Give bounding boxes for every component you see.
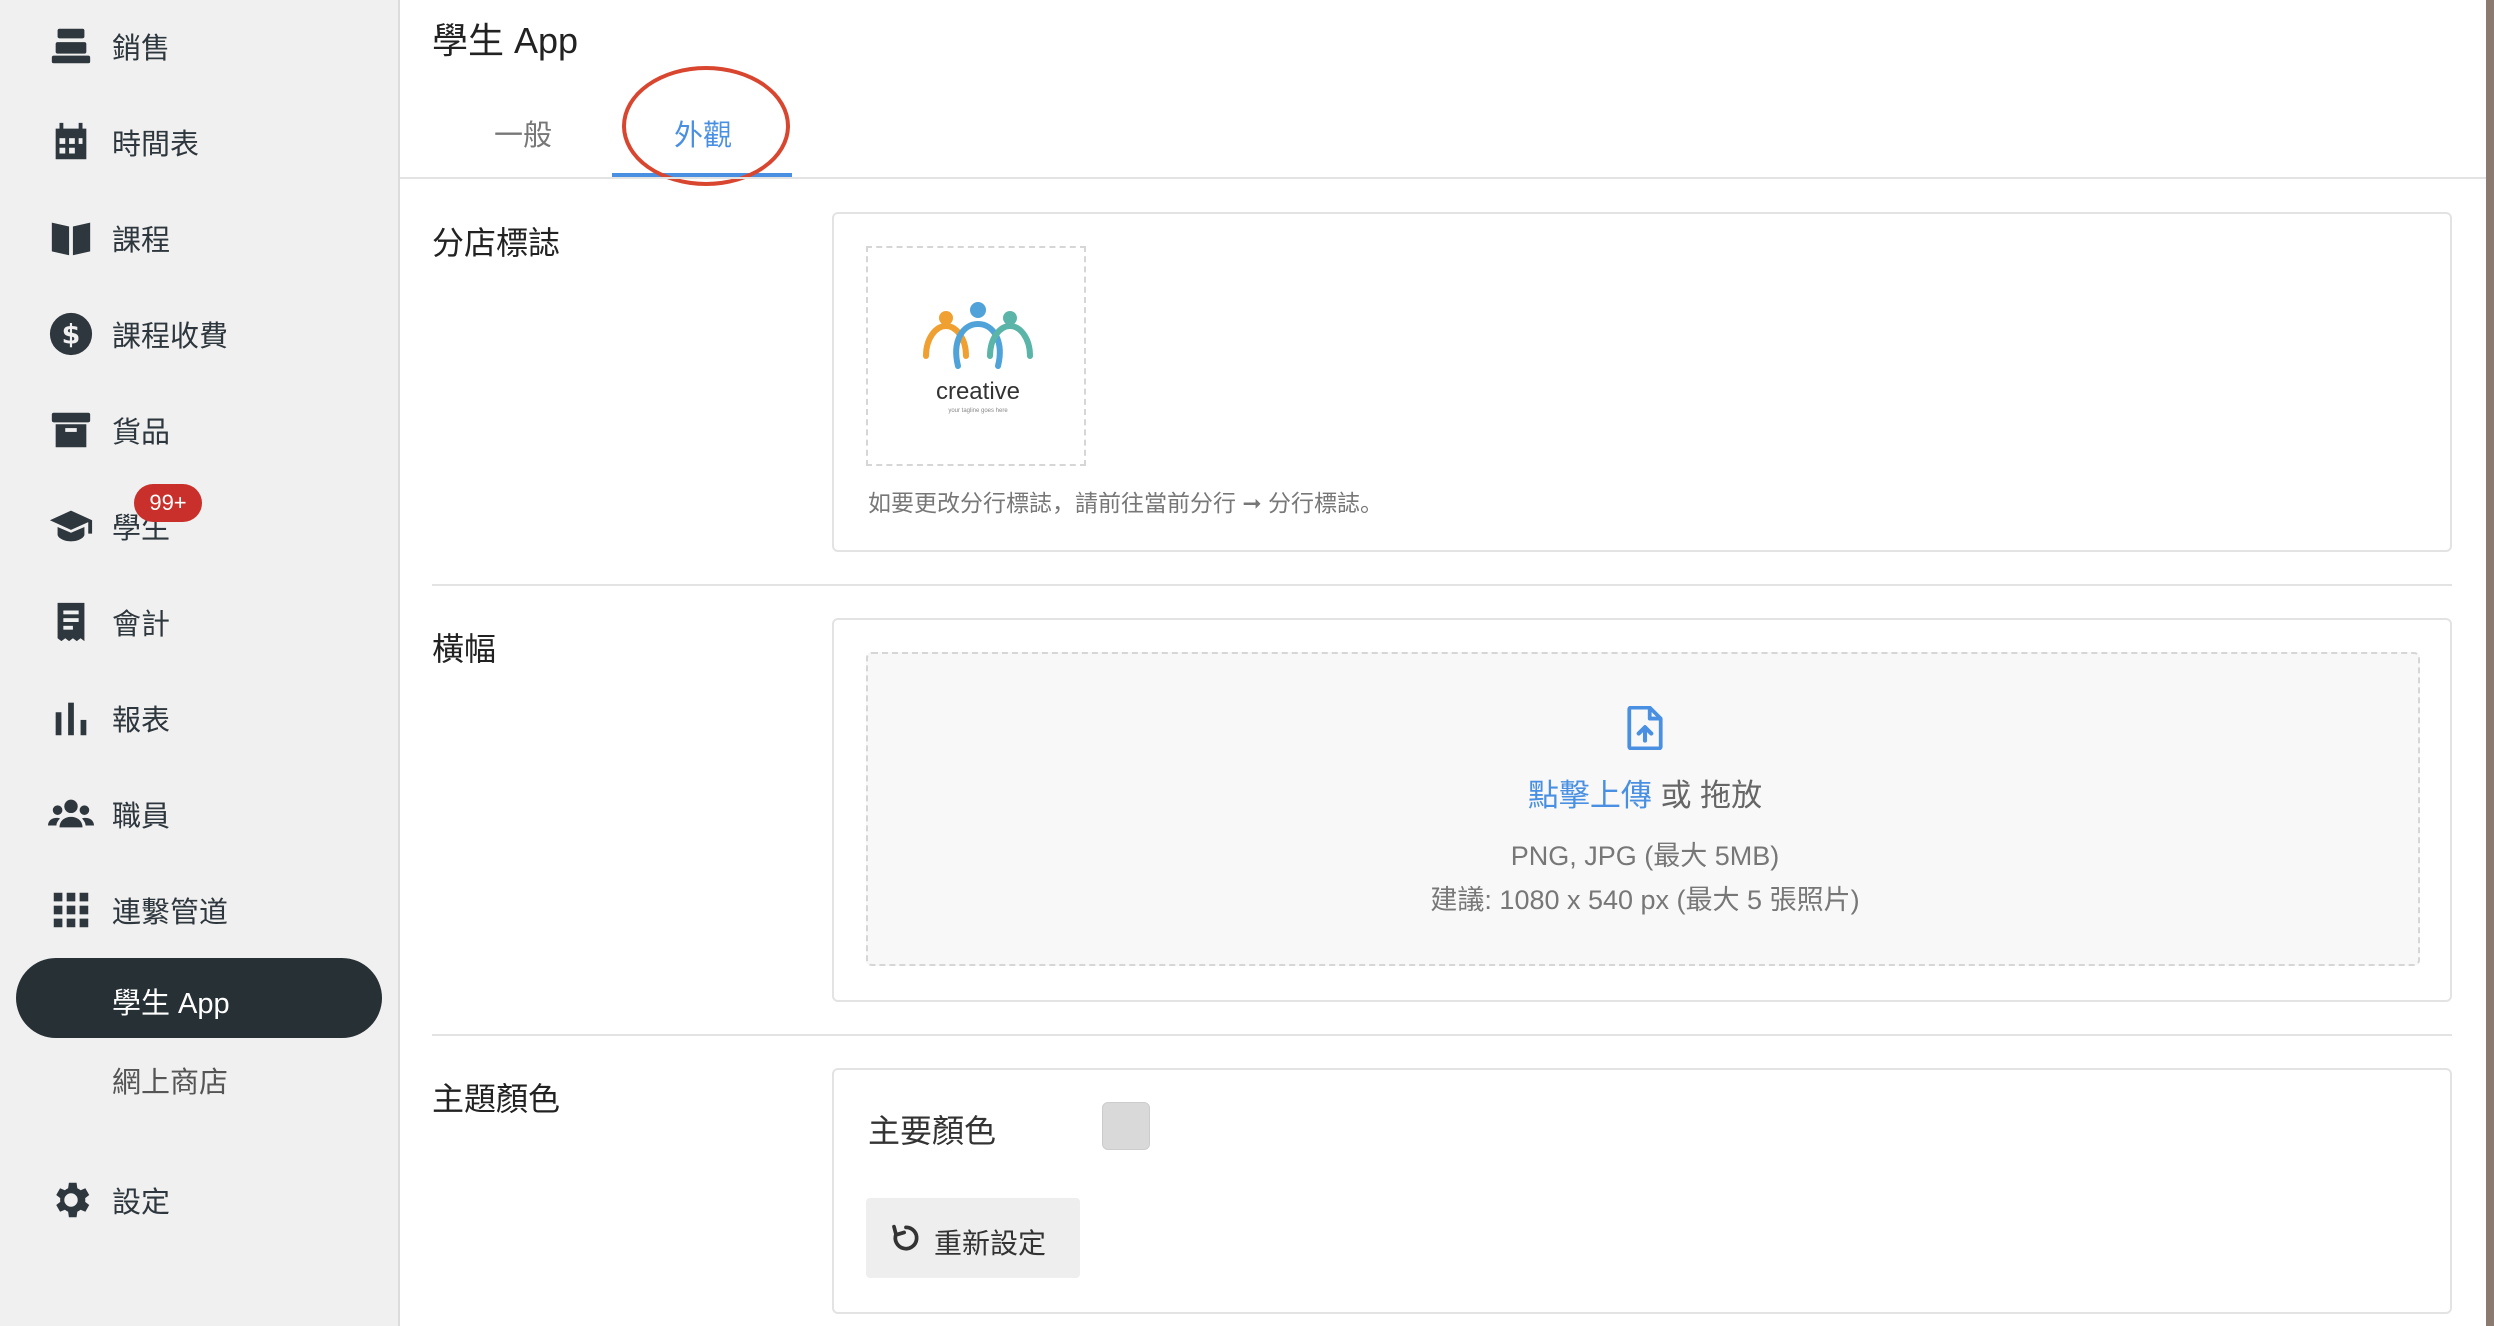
banner-dropzone[interactable]: 點擊上傳 或 拖放 PNG, JPG (最大 5MB) 建議: 1080 x 5… xyxy=(866,652,2420,966)
book-icon xyxy=(46,213,96,263)
branch-logo-card: creative your tagline goes here 如要更改分行標誌… xyxy=(832,212,2452,552)
file-upload-icon xyxy=(1627,706,1663,750)
sidebar-item-course-fees[interactable]: $ 課程收費 xyxy=(0,294,398,374)
logo-wordmark: creative xyxy=(935,378,1021,405)
sidebar-item-label: 課程 xyxy=(112,225,171,257)
grid-icon xyxy=(46,885,96,935)
section-label-banner: 橫幅 xyxy=(432,631,497,667)
primary-color-swatch[interactable] xyxy=(1102,1102,1150,1150)
tab-general[interactable]: 一般 xyxy=(494,112,552,154)
sidebar-item-courses[interactable]: 課程 xyxy=(0,198,398,278)
upload-formats: PNG, JPG (最大 5MB) xyxy=(1510,841,1780,871)
branch-logo-image: creative your tagline goes here xyxy=(866,246,1086,466)
sidebar-subitem-label: 網上商店 xyxy=(112,1067,229,1099)
sidebar-item-schedule[interactable]: 時間表 xyxy=(0,102,398,182)
page-title: 學生 App xyxy=(432,20,579,61)
click-to-upload-link[interactable]: 點擊上傳 xyxy=(1528,778,1652,813)
tabs-divider xyxy=(400,177,2486,179)
people-logo-icon xyxy=(923,302,1033,369)
sidebar-subitem-student-app[interactable]: 學生 App xyxy=(16,958,382,1038)
cash-register-icon xyxy=(46,21,96,71)
sidebar-subitem-online-store[interactable]: 網上商店 xyxy=(0,1040,398,1120)
upload-instruction: 點擊上傳 或 拖放 xyxy=(868,770,2422,815)
sidebar-item-label: 時間表 xyxy=(112,129,200,161)
sidebar-item-reports[interactable]: 報表 xyxy=(0,678,398,758)
sidebar-item-label: 報表 xyxy=(112,705,171,737)
calendar-icon xyxy=(46,117,96,167)
sidebar-item-label: 會計 xyxy=(112,609,171,641)
dollar-icon: $ xyxy=(46,309,96,359)
refresh-icon xyxy=(892,1224,919,1251)
users-icon xyxy=(46,789,96,839)
drag-drop-text: 或 拖放 xyxy=(1651,778,1763,813)
receipt-icon xyxy=(46,597,96,647)
gear-icon xyxy=(46,1175,96,1225)
sidebar: 銷售 時間表 課程 $ 課程收費 貨品 學生 99+ 會計 報表 職員 連繫管道… xyxy=(0,0,400,1326)
banner-card: 點擊上傳 或 拖放 PNG, JPG (最大 5MB) 建議: 1080 x 5… xyxy=(832,618,2452,1002)
graduation-cap-icon xyxy=(46,501,96,551)
sidebar-item-label: 貨品 xyxy=(112,417,171,449)
sidebar-item-label: 設定 xyxy=(112,1187,171,1219)
sidebar-item-label: 課程收費 xyxy=(112,321,229,353)
background-edge xyxy=(2486,0,2494,1326)
section-divider xyxy=(432,1034,2452,1036)
sidebar-item-label: 銷售 xyxy=(112,33,171,65)
reset-button[interactable]: 重新設定 xyxy=(866,1198,1080,1278)
section-label-branch-logo: 分店標誌 xyxy=(432,225,561,261)
section-label-theme-color: 主題顏色 xyxy=(432,1081,561,1117)
svg-text:$: $ xyxy=(62,320,81,351)
upload-suggestion: 建議: 1080 x 540 px (最大 5 張照片) xyxy=(1430,885,1860,915)
main-content: 學生 App 一般 外觀 分店標誌 creative your tagline … xyxy=(400,0,2486,1326)
logo-hint-text: 如要更改分行標誌，請前往當前分行 ➞ 分行標誌。 xyxy=(868,490,1384,516)
sidebar-item-label: 職員 xyxy=(112,801,171,833)
reset-button-label: 重新設定 xyxy=(934,1228,1047,1259)
sidebar-item-staff[interactable]: 職員 xyxy=(0,774,398,854)
archive-icon xyxy=(46,405,96,455)
primary-color-label: 主要顏色 xyxy=(868,1113,997,1149)
bar-chart-icon xyxy=(46,693,96,743)
sidebar-item-accounting[interactable]: 會計 xyxy=(0,582,398,662)
logo-tagline: your tagline goes here xyxy=(948,408,1008,414)
sidebar-item-settings[interactable]: 設定 xyxy=(0,1160,398,1240)
sidebar-item-goods[interactable]: 貨品 xyxy=(0,390,398,470)
sidebar-item-sales[interactable]: 銷售 xyxy=(0,6,398,86)
section-divider xyxy=(432,584,2452,586)
notification-badge: 99+ xyxy=(134,484,202,522)
theme-color-card: 主要顏色 重新設定 xyxy=(832,1068,2452,1314)
sidebar-subitem-label: 學生 App xyxy=(112,988,230,1020)
annotation-circle xyxy=(622,66,790,186)
sidebar-item-channels[interactable]: 連繫管道 xyxy=(0,870,398,950)
sidebar-item-label: 連繫管道 xyxy=(112,897,229,929)
